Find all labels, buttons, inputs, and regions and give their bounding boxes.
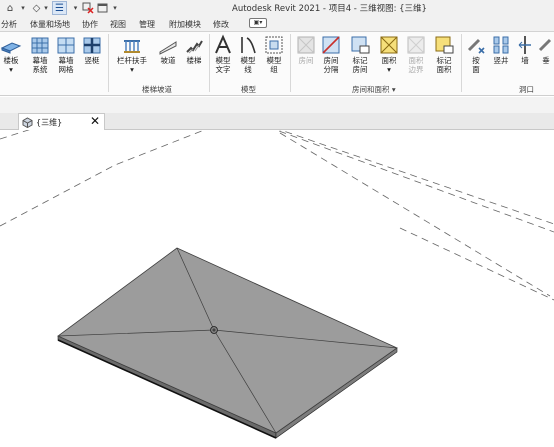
mullion-icon xyxy=(83,37,101,54)
panel-label-circulation: 楼梯坡道 xyxy=(142,85,172,94)
tag-room-icon xyxy=(351,36,370,54)
tab-analyze[interactable]: 分析 xyxy=(1,19,17,30)
wall-opening-icon xyxy=(518,36,531,54)
model-group-button[interactable]: 模型 组 xyxy=(262,34,286,74)
panel-separator xyxy=(290,34,291,92)
curtain-grid-button[interactable]: 幕墙 网格 xyxy=(54,34,78,74)
tab-addins[interactable]: 附加模块 xyxy=(169,19,201,30)
room-separator-icon xyxy=(322,36,340,54)
vertical-opening-icon xyxy=(538,38,552,52)
panel-separator xyxy=(108,34,109,92)
floor-button[interactable]: 楼板 ▾ xyxy=(0,34,22,74)
menu-bar: 分析 体量和场地 协作 视图 管理 附加模块 修改 xyxy=(0,17,554,32)
ribbon-gap xyxy=(0,97,554,113)
ramp-icon xyxy=(159,41,177,55)
qat-dropdown-icon[interactable]: ▾ xyxy=(71,1,80,15)
view-tab-bar: {三维} ✕ xyxy=(0,113,554,130)
stair-icon xyxy=(186,40,203,54)
tab-modify[interactable]: 修改 xyxy=(213,19,229,30)
window-icon[interactable] xyxy=(96,1,110,15)
panel-separator xyxy=(209,34,210,92)
model-line-button[interactable]: 模型 线 xyxy=(237,34,259,74)
tab-view[interactable]: 视图 xyxy=(110,19,126,30)
curtain-grid-icon xyxy=(57,37,75,54)
view-switch-icon[interactable]: ▣▾ xyxy=(249,18,267,28)
area-icon xyxy=(380,36,398,54)
roof-slab[interactable] xyxy=(57,247,398,439)
floor-icon xyxy=(0,42,22,54)
panel-separator xyxy=(461,34,462,92)
reference-line xyxy=(239,115,554,225)
close-icon[interactable]: ✕ xyxy=(90,114,100,128)
tag-area-icon xyxy=(435,36,454,54)
area-boundary-icon xyxy=(407,36,425,54)
room-button[interactable]: 房间 xyxy=(294,34,318,65)
home-icon[interactable]: ⌂ xyxy=(3,1,17,15)
title-bar: ⌂ ▾ ◇ ▾ ☰ ▾ ▾ Autodesk Revit 2021 - 项目4 … xyxy=(0,0,554,17)
area-button[interactable]: 面积 ▾ xyxy=(376,34,402,74)
wall-opening-button[interactable]: 墙 xyxy=(515,34,535,65)
tag-area-button[interactable]: 标记 面积 xyxy=(431,34,457,74)
3d-view-canvas[interactable] xyxy=(0,115,554,447)
curtain-system-button[interactable]: 幕墙 系统 xyxy=(28,34,52,74)
shaft-icon xyxy=(493,36,509,54)
model-line-icon xyxy=(241,37,256,54)
railing-icon xyxy=(124,40,140,53)
tab-collaborate[interactable]: 协作 xyxy=(82,19,98,30)
stair-button[interactable]: 楼梯 xyxy=(182,34,206,65)
vertical-opening-button[interactable]: 垂 xyxy=(538,34,554,65)
ramp-button[interactable]: 坡道 xyxy=(156,34,180,65)
ribbon: 楼板 ▾ 幕墙 系统 幕墙 网格 竖梃 栏杆扶手 ▾ 坡道 楼梯 楼梯坡道 模型… xyxy=(0,32,554,96)
panel-label-opening: 洞口 xyxy=(519,85,534,94)
tag-room-button[interactable]: 标记 房间 xyxy=(347,34,373,74)
by-face-icon xyxy=(467,38,485,54)
tab-massing-site[interactable]: 体量和场地 xyxy=(30,19,70,30)
curtain-system-icon xyxy=(31,37,49,54)
tab-manage[interactable]: 管理 xyxy=(139,19,155,30)
room-separator-button[interactable]: 房间 分隔 xyxy=(318,34,344,74)
revit-window: ⌂ ▾ ◇ ▾ ☰ ▾ ▾ Autodesk Revit 2021 - 项目4 … xyxy=(0,0,554,447)
shaft-button[interactable]: 竖井 xyxy=(490,34,512,65)
view-tab-3d[interactable]: {三维} ✕ xyxy=(18,113,105,130)
panel-label-model: 模型 xyxy=(241,85,256,94)
reference-line xyxy=(267,126,554,233)
by-face-button[interactable]: 按 面 xyxy=(465,34,487,74)
mullion-button[interactable]: 竖梃 xyxy=(80,34,104,65)
reference-line xyxy=(0,119,61,140)
close-hidden-icon[interactable] xyxy=(81,1,95,15)
railing-button[interactable]: 栏杆扶手 ▾ xyxy=(114,34,150,74)
model-text-icon xyxy=(215,34,231,54)
room-icon xyxy=(297,36,315,54)
reference-line xyxy=(279,132,551,297)
qat-dropdown-icon[interactable]: ▾ xyxy=(42,1,50,15)
qat-dropdown-icon[interactable]: ▾ xyxy=(19,1,27,15)
view-tab-label: {三维} xyxy=(36,118,63,127)
sync-icon[interactable]: ◇ xyxy=(32,1,41,15)
panel-label-room-area: 房间和面积 ▾ xyxy=(352,85,396,94)
model-text-button[interactable]: 模型 文字 xyxy=(212,34,234,74)
qat-dropdown-icon[interactable]: ▾ xyxy=(110,1,120,15)
3d-view-drawing xyxy=(0,115,554,439)
reference-line xyxy=(399,227,554,301)
thin-lines-icon[interactable]: ☰ xyxy=(52,1,67,15)
area-boundary-button[interactable]: 面积 边界 xyxy=(404,34,428,74)
reference-line xyxy=(0,115,241,227)
view-3d-icon xyxy=(22,117,33,128)
app-title: Autodesk Revit 2021 - 项目4 - 三维视图: {三维} xyxy=(232,4,427,14)
model-group-icon xyxy=(265,36,283,54)
